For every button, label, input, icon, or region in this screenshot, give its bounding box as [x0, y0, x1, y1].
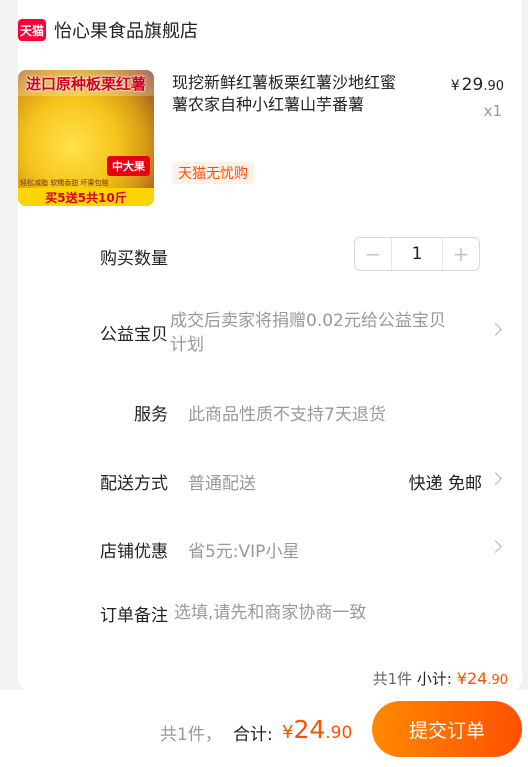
- charity-label: 公益宝贝: [100, 325, 168, 345]
- discount-label: 店铺优惠: [100, 542, 168, 562]
- quantity-value[interactable]: 1: [391, 238, 443, 270]
- product-image-caption: 轻松减脂 软糯香甜 坏果包赔: [20, 179, 109, 187]
- service-label: 服务: [134, 405, 168, 425]
- total-label: 合计:: [233, 725, 273, 745]
- subtotal-cents: .90: [487, 673, 508, 688]
- total-cents: .90: [325, 723, 353, 743]
- remark-label: 订单备注: [100, 606, 168, 626]
- delivery-value: 普通配送: [188, 474, 256, 494]
- charity-description: 成交后卖家将捐赠0.02元给公益宝贝计划: [170, 311, 446, 355]
- checkout-bar: 共1件， 合计: ¥24.90 提交订单: [0, 690, 528, 767]
- total-currency: ¥: [282, 722, 294, 743]
- total-integer: 24: [293, 715, 326, 744]
- worry-free-tag: 天猫无忧购: [172, 162, 254, 184]
- subtotal-label: 小计:: [416, 670, 452, 688]
- discount-value: 省5元:VIP小星: [188, 542, 300, 562]
- price-cents: .90: [483, 79, 504, 94]
- total-count: 共1件，: [160, 725, 222, 745]
- shop-name: 怡心果食品旗舰店: [54, 21, 198, 42]
- increase-button[interactable]: +: [443, 238, 479, 270]
- product-image-banner: 进口原种板栗红薯: [18, 70, 154, 96]
- subtotal-integer: 24: [466, 669, 488, 688]
- subtotal: 共1件 小计: ¥24.90: [373, 668, 508, 689]
- remark-input[interactable]: [174, 601, 474, 625]
- quantity-label: 购买数量: [100, 249, 168, 269]
- subtotal-count: 共1件: [372, 670, 413, 688]
- product-image[interactable]: 进口原种板栗红薯 中大果 轻松减脂 软糯香甜 坏果包赔 买5送5共10斤: [18, 70, 154, 206]
- subtotal-currency: ¥: [456, 669, 467, 688]
- product-title[interactable]: 现挖新鲜红薯板栗红薯沙地红蜜薯农家自种小红薯山芋番薯: [172, 72, 410, 116]
- product-quantity: x1: [483, 102, 502, 120]
- price-currency: ¥: [450, 78, 460, 94]
- submit-order-button[interactable]: 提交订单: [372, 701, 522, 757]
- service-value: 此商品性质不支持7天退货: [188, 405, 386, 425]
- product-image-promo: 买5送5共10斤: [18, 188, 154, 206]
- product-image-badge: 中大果: [107, 156, 150, 176]
- total-amount: ¥24.90: [282, 715, 352, 744]
- tmall-logo-icon: 天猫: [18, 19, 46, 41]
- quantity-stepper[interactable]: − 1 +: [354, 237, 480, 271]
- delivery-method: 快递 免邮: [408, 474, 482, 494]
- product-price: ¥29.90: [451, 75, 504, 95]
- price-integer: 29: [461, 75, 484, 95]
- delivery-label: 配送方式: [100, 474, 168, 494]
- decrease-button[interactable]: −: [355, 238, 391, 270]
- subtotal-amount: ¥24.90: [457, 669, 508, 688]
- shop-header[interactable]: 天猫 怡心果食品旗舰店: [18, 17, 198, 43]
